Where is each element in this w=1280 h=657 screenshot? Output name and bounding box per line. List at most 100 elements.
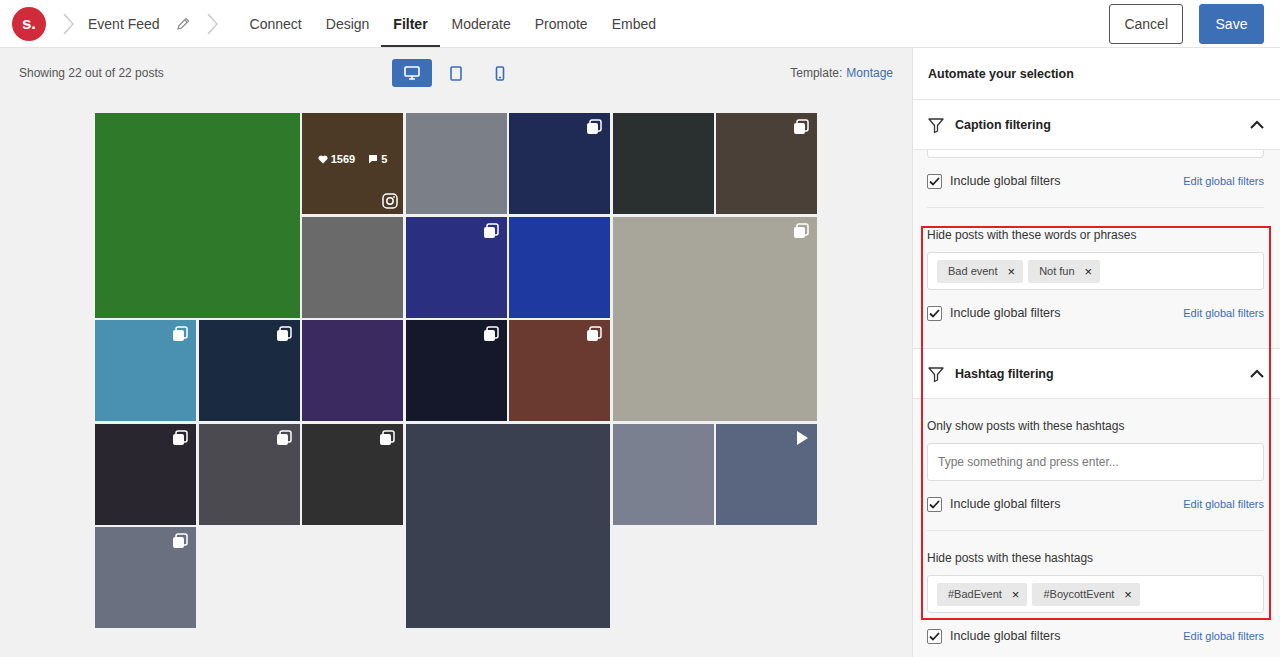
template-link[interactable]: Montage [846,66,893,80]
carousel-icon [586,326,602,342]
post-grid: 1569 5 [95,113,817,628]
carousel-icon [172,533,188,549]
top-bar: s. Event Feed ConnectDesignFilterModerateP… [0,0,1280,48]
post[interactable] [406,320,507,421]
post[interactable] [302,217,403,318]
edit-global-filters-link[interactable]: Edit global filters [1183,307,1264,319]
include-global-checkbox[interactable]: Include global filters [927,497,1060,512]
tab[interactable]: Filter [381,0,439,47]
tag: Not fun× [1028,260,1100,283]
tag-input[interactable]: #BadEvent×#BoycottEvent× [927,575,1264,613]
carousel-icon [172,430,188,446]
section-header[interactable]: Hashtag filtering [913,349,1280,399]
logo[interactable]: s. [12,7,46,41]
filter-field: Hide posts with these words or phrases Ba… [927,208,1264,326]
chevron-right-icon [206,13,218,35]
check-icon [929,500,940,509]
filter-icon [927,116,945,134]
tab[interactable]: Connect [238,0,314,47]
post-hover-overlay: 1569 5 [302,113,403,214]
section-body: Include global filters Edit global filter… [913,150,1280,349]
highlight-frame [921,226,1271,620]
tag-remove[interactable]: × [1012,588,1020,601]
section-body: Only show posts with these hashtagsType … [913,399,1280,657]
post[interactable] [509,113,610,214]
filter-panel: Automate your selectionCaption filtering… [912,48,1280,657]
carousel-icon [586,119,602,135]
post[interactable] [509,217,610,318]
carousel-icon [483,223,499,239]
post[interactable] [95,113,300,318]
post[interactable] [613,217,818,422]
carousel-icon [793,119,809,135]
include-global-checkbox[interactable]: Include global filters [927,174,1060,189]
post[interactable] [95,320,196,421]
tag-remove[interactable]: × [1008,265,1016,278]
comment-icon [368,154,378,164]
post[interactable] [716,113,817,214]
feed-name[interactable]: Event Feed [88,16,190,32]
carousel-icon [276,430,292,446]
like-count: 1569 [331,153,355,165]
check-icon [929,177,940,186]
panel-title: Automate your selection [913,48,1280,100]
tag-input[interactable]: Bad event×Not fun× [927,252,1264,290]
edit-global-filters-link[interactable]: Edit global filters [1183,630,1264,642]
tag-remove[interactable]: × [1085,265,1093,278]
phone-icon [495,66,505,81]
device-button[interactable] [392,59,432,87]
post[interactable] [406,424,611,629]
filter-field: Include global filters Edit global filter… [927,150,1264,208]
device-button[interactable] [436,59,476,87]
post[interactable] [509,320,610,421]
heart-icon [318,155,328,164]
tab[interactable]: Embed [600,0,668,47]
post[interactable] [613,113,714,214]
post[interactable] [95,527,196,628]
video-icon [795,430,809,446]
post[interactable] [199,320,300,421]
include-global-checkbox[interactable]: Include global filters [927,306,1060,321]
app: s. Event Feed ConnectDesignFilterModerateP… [0,0,1280,657]
instagram-icon[interactable] [382,193,398,209]
post[interactable] [95,424,196,525]
tab[interactable]: Design [314,0,382,47]
field-label: Hide posts with these words or phrases [927,228,1264,242]
desktop-icon [404,66,420,80]
cancel-button[interactable]: Cancel [1109,4,1183,44]
chevron-icon[interactable] [1250,120,1264,129]
tab[interactable]: Promote [523,0,600,47]
filter-field: Hide posts with these hashtags#BadEvent×… [927,531,1264,649]
tabs: ConnectDesignFilterModeratePromoteEmbed [238,0,668,47]
device-toggle [392,59,520,87]
include-global-checkbox[interactable]: Include global filters [927,629,1060,644]
carousel-icon [379,430,395,446]
post[interactable] [302,424,403,525]
comment-count: 5 [381,153,387,165]
post[interactable] [716,424,817,525]
post[interactable] [406,113,507,214]
filter-field: Only show posts with these hashtagsType … [927,399,1264,531]
post[interactable] [406,217,507,318]
post[interactable]: 1569 5 [302,113,403,214]
carousel-icon [172,326,188,342]
filter-icon [927,365,945,383]
template-info: Template:Montage [520,66,893,80]
check-icon [929,632,940,641]
section-header[interactable]: Caption filtering [913,100,1280,150]
edit-global-filters-link[interactable]: Edit global filters [1183,498,1264,510]
post[interactable] [613,424,714,525]
pencil-icon[interactable] [176,17,190,31]
post[interactable] [199,424,300,525]
post[interactable] [302,320,403,421]
tag-remove[interactable]: × [1124,588,1132,601]
tag: Bad event× [937,260,1023,283]
text-input[interactable] [927,150,1264,158]
tag-input[interactable]: Type something and press enter... [927,443,1264,481]
save-button[interactable]: Save [1199,4,1264,44]
chevron-right-icon [62,13,74,35]
chevron-icon[interactable] [1250,369,1264,378]
tab[interactable]: Moderate [440,0,523,47]
edit-global-filters-link[interactable]: Edit global filters [1183,175,1264,187]
device-button[interactable] [480,59,520,87]
